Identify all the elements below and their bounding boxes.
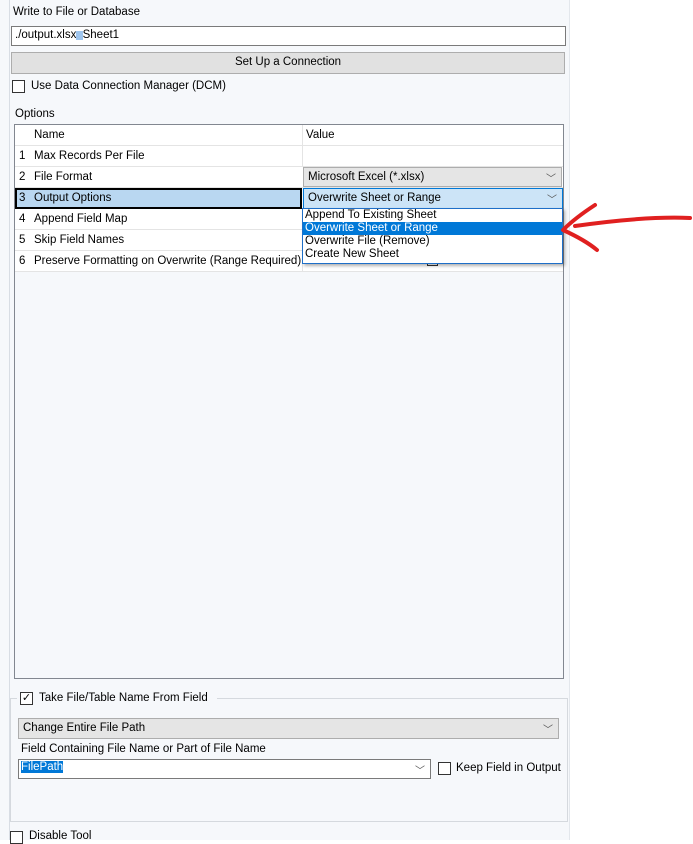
option-overwrite-file[interactable]: Overwrite File (Remove) [303, 235, 562, 248]
take-name-checkbox[interactable]: ✓ [20, 692, 33, 705]
field-label: Field Containing File Name or Part of Fi… [21, 743, 266, 755]
option-overwrite-sheet[interactable]: Overwrite Sheet or Range [303, 222, 562, 235]
row-number: 6 [19, 255, 26, 267]
row-name: Max Records Per File [34, 150, 145, 162]
disable-tool-checkbox[interactable] [10, 831, 23, 844]
table-row[interactable]: 1 Max Records Per File [15, 146, 563, 167]
set-up-connection-button[interactable]: Set Up a Connection [11, 52, 565, 74]
row-value[interactable] [302, 146, 563, 166]
grid-header: Name Value [15, 125, 563, 146]
row-number: 3 [19, 192, 26, 204]
file-format-select[interactable]: Microsoft Excel (*.xlsx) ﹀ [303, 167, 562, 187]
dcm-label: Use Data Connection Manager (DCM) [31, 80, 226, 92]
row-name: File Format [34, 171, 93, 183]
row-name: Output Options [34, 192, 112, 204]
name-mode-value: Change Entire File Path [23, 722, 146, 734]
chevron-down-icon: ﹀ [543, 725, 553, 736]
keep-field-label: Keep Field in Output [456, 762, 561, 774]
row-number: 2 [19, 171, 26, 183]
take-name-label: Take File/Table Name From Field [39, 692, 208, 704]
disable-tool-label: Disable Tool [29, 830, 92, 842]
output-options-dropdown: Append To Existing Sheet Overwrite Sheet… [302, 208, 563, 264]
file-format-value: Microsoft Excel (*.xlsx) [308, 171, 425, 183]
header-name: Name [34, 129, 65, 141]
row-name: Preserve Formatting on Overwrite (Range … [34, 255, 302, 267]
table-row-selected[interactable]: 3 Output Options [15, 188, 302, 209]
row-number: 5 [19, 234, 26, 246]
option-create-sheet[interactable]: Create New Sheet [303, 248, 562, 261]
keep-field-checkbox[interactable] [438, 762, 451, 775]
section-title: Write to File or Database [13, 6, 140, 18]
name-mode-select[interactable]: Change Entire File Path ﹀ [18, 718, 559, 739]
output-options-value: Overwrite Sheet or Range [308, 192, 441, 204]
row-name: Skip Field Names [34, 234, 125, 246]
field-select[interactable]: FilePath ﹀ [18, 759, 431, 779]
sheet-name: Sheet1 [82, 29, 120, 41]
row-number: 1 [19, 150, 26, 162]
row-number: 4 [19, 213, 26, 225]
chevron-down-icon: ﹀ [546, 174, 556, 185]
options-label: Options [15, 108, 55, 120]
red-arrow-annotation [561, 203, 692, 252]
table-row[interactable]: 2 File Format Microsoft Excel (*.xlsx) ﹀ [15, 167, 563, 188]
field-value: FilePath [21, 761, 64, 773]
dcm-checkbox[interactable] [12, 80, 25, 93]
file-path: ./output.xlsx [15, 29, 77, 41]
row-name: Append Field Map [34, 213, 128, 225]
option-append[interactable]: Append To Existing Sheet [303, 209, 562, 222]
file-path-input[interactable]: ./output.xlsx|||Sheet1 [11, 26, 566, 46]
output-options-select[interactable]: Overwrite Sheet or Range ﹀ [303, 188, 563, 209]
chevron-down-icon: ﹀ [415, 766, 425, 777]
